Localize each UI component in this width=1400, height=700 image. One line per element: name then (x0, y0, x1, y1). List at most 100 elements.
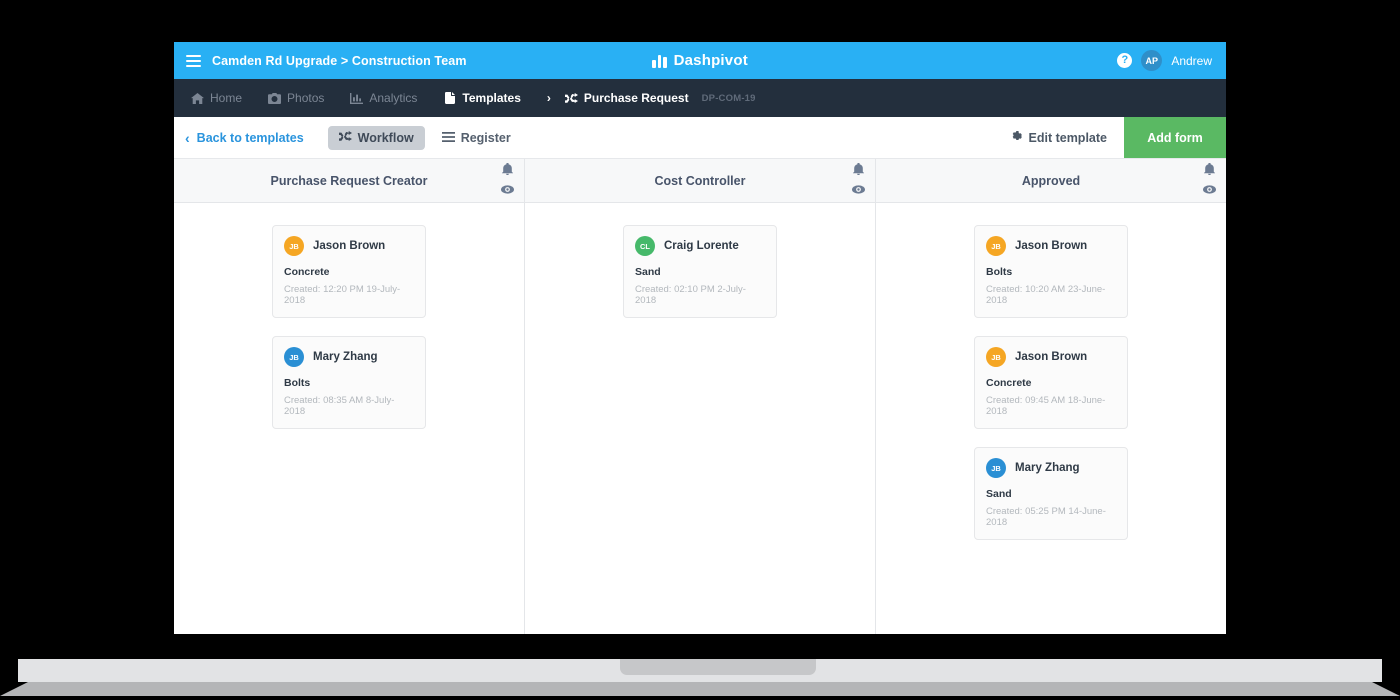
laptop-base-bottom (0, 682, 1400, 696)
tab-workflow[interactable]: Workflow (327, 125, 425, 150)
avatar: CL (635, 236, 655, 256)
nav-item-photos[interactable]: Photos (268, 91, 324, 105)
form-card[interactable]: JB Jason Brown Concrete Created: 12:20 PM 1… (272, 225, 426, 318)
form-card-created: Created: 09:45 AM 18-June-2018 (986, 395, 1106, 417)
avatar: JB (986, 458, 1006, 478)
board-column: Purchase Request Creator JB Jason Brown Con… (174, 159, 525, 634)
board-column-header: Approved (876, 159, 1226, 203)
form-card[interactable]: JB Mary Zhang Bolts Created: 08:35 AM 8-Jul… (272, 336, 426, 429)
bell-icon[interactable] (502, 162, 513, 179)
form-card-subject: Concrete (986, 377, 1032, 389)
nav-item-home-label: Home (210, 91, 243, 105)
board-column-title: Approved (1021, 173, 1081, 188)
nav-item-analytics-label: Analytics (369, 91, 418, 105)
eye-icon[interactable] (852, 182, 865, 198)
form-card-author: Jason Brown (1015, 240, 1088, 252)
form-card-subject: Bolts (986, 266, 1013, 278)
form-card-header: JB Mary Zhang (284, 347, 414, 367)
nav-item-templates-label: Templates (462, 91, 521, 105)
form-card[interactable]: CL Craig Lorente Sand Created: 02:10 PM 2-J… (623, 225, 777, 318)
workflow-board: Purchase Request Creator JB Jason Brown Con… (174, 159, 1226, 634)
board-column-body: JB Jason Brown Concrete Created: 12:20 PM 1… (174, 203, 524, 634)
avatar: JB (986, 236, 1006, 256)
help-icon[interactable]: ? (1117, 53, 1133, 68)
nav-item-analytics[interactable]: Analytics (350, 91, 417, 105)
back-to-templates-label: Back to templates (196, 130, 304, 145)
shuffle-icon (338, 130, 352, 145)
back-to-templates-link[interactable]: ‹ Back to templates (185, 131, 304, 145)
laptop-trackpad-notch (620, 659, 816, 675)
eye-icon[interactable] (1203, 182, 1216, 198)
tab-workflow-label: Workflow (357, 130, 414, 145)
add-form-button[interactable]: Add form (1124, 117, 1226, 158)
edit-template-button[interactable]: Edit template (993, 117, 1125, 158)
avatar: JB (986, 347, 1006, 367)
avatar[interactable]: AP (1141, 50, 1163, 71)
chevron-left-icon: ‹ (185, 129, 190, 146)
board-column-body: CL Craig Lorente Sand Created: 02:10 PM 2-J… (525, 203, 875, 634)
avatar: JB (284, 236, 304, 256)
form-card-author: Mary Zhang (313, 351, 378, 363)
form-card[interactable]: JB Mary Zhang Sand Created: 05:25 PM 14-Jun… (974, 447, 1128, 540)
form-card-header: CL Craig Lorente (635, 236, 765, 256)
board-column: Cost Controller CL Craig Lorente Sand Create… (525, 159, 876, 634)
form-card-created: Created: 02:10 PM 2-July-2018 (635, 284, 746, 306)
edit-template-label: Edit template (1028, 130, 1108, 145)
nav-current-label: Purchase Request (583, 91, 689, 105)
dashpivot-bars-logo-icon (652, 54, 667, 68)
top-bar-right: ? AP Andrew (1117, 50, 1212, 71)
board-column-actions (852, 162, 865, 198)
form-card-header: JB Jason Brown (284, 236, 414, 256)
bell-icon[interactable] (1204, 162, 1215, 179)
breadcrumb-project[interactable]: Camden Rd Upgrade > Construction Team (212, 54, 467, 68)
board-column-header: Purchase Request Creator (174, 159, 524, 203)
board-column: Approved JB Jason Brown Bolts Created: 10:20… (876, 159, 1226, 634)
avatar: JB (284, 347, 304, 367)
form-card[interactable]: JB Jason Brown Bolts Created: 10:20 AM 23-J… (974, 225, 1128, 318)
form-card-header: JB Mary Zhang (986, 458, 1116, 478)
gear-icon (1010, 130, 1022, 145)
form-card-author: Craig Lorente (664, 240, 739, 252)
main-nav: Home Photos Analytics Templates › Purcha… (174, 79, 1226, 117)
toolbar-right: Edit template Add form (993, 117, 1226, 158)
home-icon (191, 92, 204, 104)
form-card-header: JB Jason Brown (986, 347, 1116, 367)
board-column-title: Purchase Request Creator (270, 173, 428, 188)
brand-name: Dashpivot (673, 52, 748, 69)
tab-register[interactable]: Register (431, 126, 522, 150)
form-card-subject: Concrete (284, 266, 330, 278)
hamburger-menu-icon[interactable] (186, 54, 201, 67)
document-icon (443, 92, 456, 104)
board-column-title: Cost Controller (654, 173, 746, 188)
nav-current-code: DP-COM-19 (701, 92, 756, 104)
board-column-header: Cost Controller (525, 159, 875, 203)
form-card-subject: Sand (635, 266, 661, 278)
form-card-created: Created: 08:35 AM 8-July-2018 (284, 395, 395, 417)
nav-item-home[interactable]: Home (191, 91, 242, 105)
form-card-author: Jason Brown (313, 240, 386, 252)
user-name[interactable]: Andrew (1171, 54, 1212, 68)
eye-icon[interactable] (501, 182, 514, 198)
board-column-actions (501, 162, 514, 198)
form-card-header: JB Jason Brown (986, 236, 1116, 256)
form-card-created: Created: 10:20 AM 23-June-2018 (986, 284, 1106, 306)
app-screen: Camden Rd Upgrade > Construction Team Da… (174, 42, 1226, 634)
nav-item-templates[interactable]: Templates (443, 91, 521, 105)
shuffle-icon (564, 92, 578, 104)
view-toolbar: ‹ Back to templates Workflow Register Ed… (174, 117, 1226, 159)
nav-item-photos-label: Photos (287, 91, 325, 105)
form-card[interactable]: JB Jason Brown Concrete Created: 09:45 AM 1… (974, 336, 1128, 429)
form-card-created: Created: 05:25 PM 14-June-2018 (986, 506, 1106, 528)
nav-separator-icon: › (546, 91, 551, 105)
form-card-author: Jason Brown (1015, 351, 1088, 363)
nav-item-purchase-request[interactable]: Purchase Request DP-COM-19 (564, 91, 756, 105)
tab-register-label: Register (460, 130, 511, 145)
laptop-mockup: Camden Rd Upgrade > Construction Team Da… (0, 0, 1400, 700)
camera-icon (268, 92, 282, 104)
form-card-subject: Sand (986, 488, 1012, 500)
form-card-subject: Bolts (284, 377, 311, 389)
laptop-base (0, 659, 1400, 700)
list-icon (441, 131, 455, 145)
board-column-body: JB Jason Brown Bolts Created: 10:20 AM 23-J… (876, 203, 1226, 634)
bell-icon[interactable] (853, 162, 864, 179)
